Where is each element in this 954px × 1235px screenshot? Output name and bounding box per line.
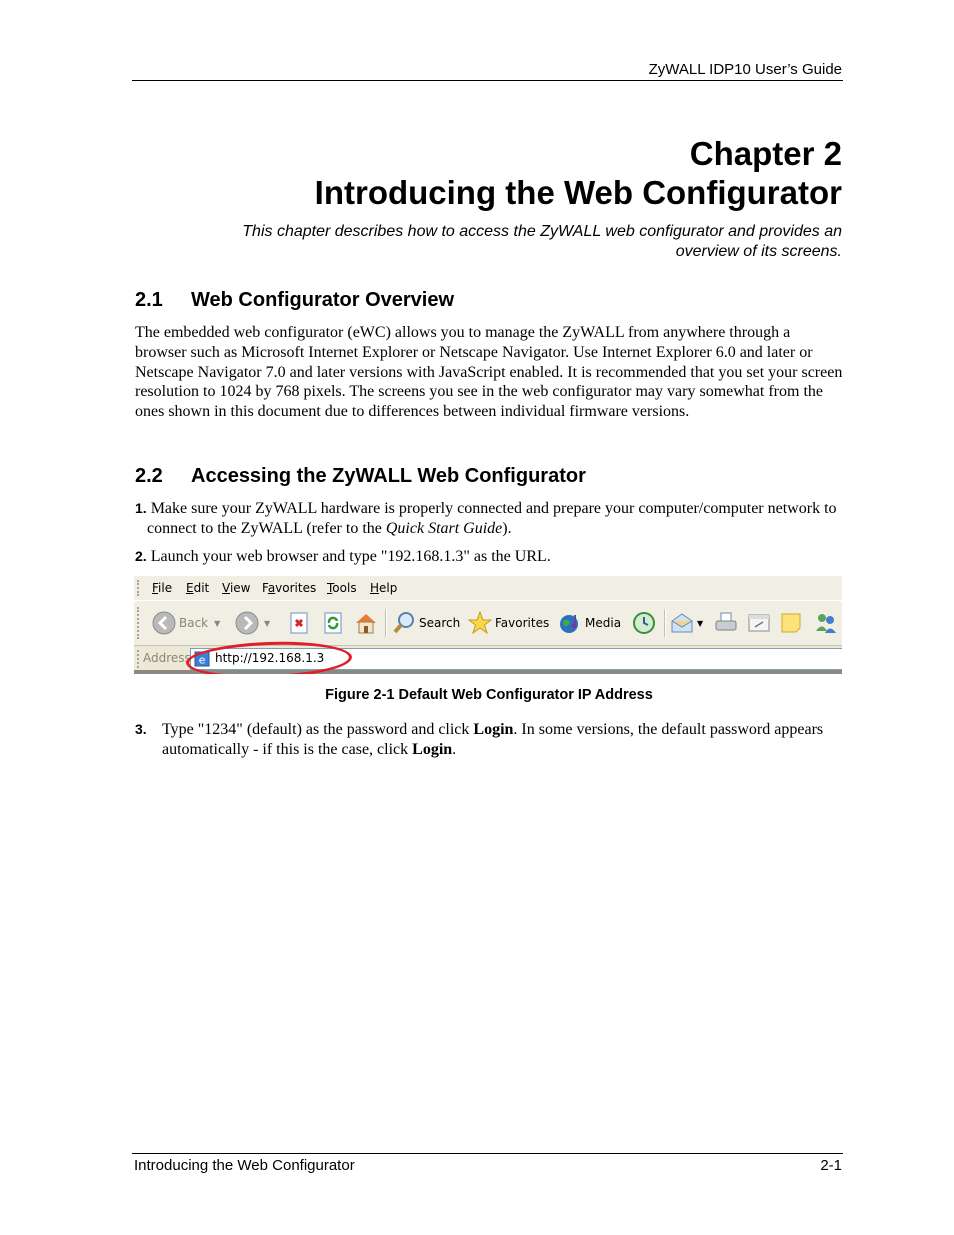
favorites-star-icon (468, 611, 492, 635)
forward-dropdown-icon[interactable]: ▼ (264, 619, 270, 628)
printer-icon (715, 612, 737, 631)
search-button[interactable]: Search (392, 611, 460, 635)
step-2: 2. Launch your web browser and type "192… (135, 548, 551, 565)
section-number: 2.1 (135, 289, 163, 311)
home-icon (356, 614, 376, 634)
section-title: Web Configurator Overview (191, 289, 455, 311)
menubar-grip (137, 580, 141, 596)
menu-help[interactable]: Help (370, 581, 397, 595)
mail-envelope-icon (671, 613, 693, 633)
toolbar-separator (385, 609, 387, 637)
step-number: 2. (135, 548, 147, 564)
menu-tools[interactable]: Tools (327, 581, 357, 595)
figure-caption: Figure 2-1 Default Web Configurator IP A… (325, 687, 653, 703)
back-dropdown-icon[interactable]: ▼ (214, 619, 220, 628)
history-button[interactable] (632, 611, 659, 635)
section-heading-2-2: 2.2 Accessing the ZyWALL Web Configurator (135, 465, 586, 488)
browser-toolbar: Back ▼ ▼ Search Favorites Media ▼ (134, 601, 842, 646)
refresh-button[interactable] (321, 611, 348, 635)
menu-favorites[interactable]: Favorites (262, 581, 316, 595)
home-button[interactable] (354, 611, 381, 635)
menu-view[interactable]: View (222, 581, 250, 595)
addressbar-grip (137, 650, 141, 668)
messenger-people-icon (816, 614, 836, 633)
stop-button[interactable] (287, 611, 314, 635)
chapter-number: Chapter 2 (689, 135, 842, 172)
section-body-2-1: The embedded web configurator (eWC) allo… (135, 324, 843, 421)
back-arrow-icon (152, 611, 176, 635)
quick-start-guide-ref: Quick Start Guide (385, 519, 503, 537)
mail-button[interactable]: ▼ (670, 611, 703, 635)
favorites-button[interactable]: Favorites (468, 611, 549, 635)
login-ref: Login (473, 721, 514, 738)
toolbar-separator (664, 609, 666, 637)
note-icon (781, 613, 801, 633)
refresh-icon (324, 612, 342, 634)
section-number: 2.2 (135, 465, 163, 487)
page-header: ZyWALL IDP10 User’s Guide (132, 60, 843, 81)
footer-chapter-title: Introducing the Web Configurator (134, 1157, 355, 1174)
search-magnifier-icon (393, 612, 414, 634)
page-footer: Introducing the Web Configurator 2-1 (132, 1153, 843, 1176)
chapter-heading: Chapter 2 Introducing the Web Configurat… (132, 134, 842, 212)
media-globe-icon (560, 615, 578, 633)
edit-page-icon (748, 614, 770, 632)
mail-dropdown-icon[interactable]: ▼ (697, 619, 703, 628)
step-3: 3. Type "1234" (default) as the password… (135, 721, 824, 758)
guide-title: ZyWALL IDP10 User’s Guide (648, 61, 842, 78)
menu-edit[interactable]: Edit (186, 581, 209, 595)
media-button[interactable]: Media (558, 611, 621, 635)
step-number: 1. (135, 500, 147, 516)
section-title: Accessing the ZyWALL Web Configurator (191, 465, 586, 487)
discuss-button[interactable] (779, 611, 806, 635)
address-label: Address (143, 651, 191, 665)
stop-icon (290, 612, 308, 634)
browser-menubar: File Edit View Favorites Tools Help (134, 576, 842, 601)
history-clock-icon (633, 612, 655, 634)
step-number: 3. (135, 721, 147, 737)
print-button[interactable] (714, 611, 741, 635)
forward-arrow-icon (235, 611, 259, 635)
chapter-title: Introducing the Web Configurator (314, 174, 842, 211)
step-1: 1. Make sure your ZyWALL hardware is pro… (135, 500, 837, 537)
chapter-intro: This chapter describes how to access the… (242, 223, 842, 260)
toolbar-grip (137, 607, 141, 639)
page-number: 2-1 (820, 1157, 842, 1174)
menu-file[interactable]: File (152, 581, 172, 595)
login-ref: Login (412, 740, 453, 758)
browser-screenshot-figure: File Edit View Favorites Tools Help Back… (134, 576, 842, 674)
edit-button[interactable] (747, 611, 774, 635)
back-button[interactable]: Back ▼ (152, 611, 220, 635)
messenger-button[interactable] (814, 611, 841, 635)
section-heading-2-1: 2.1 Web Configurator Overview (135, 289, 454, 312)
forward-button[interactable]: ▼ (235, 611, 270, 635)
